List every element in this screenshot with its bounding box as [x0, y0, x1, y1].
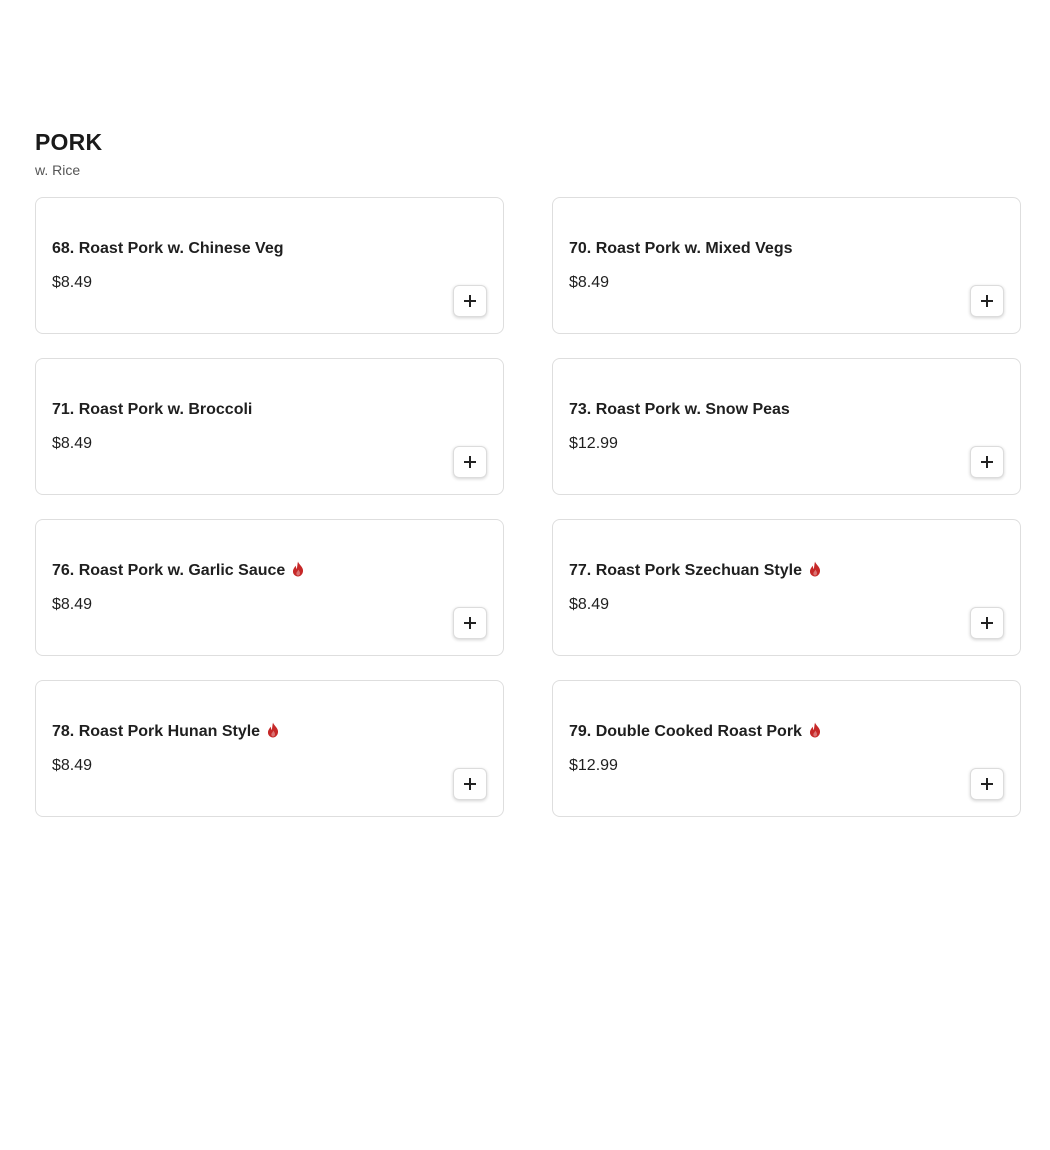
- menu-item-price: $8.49: [52, 596, 93, 613]
- plus-icon: [464, 617, 476, 629]
- menu-item-name-row: 68. Roast Pork w. Chinese Veg: [52, 238, 284, 260]
- plus-icon: [981, 295, 993, 307]
- section-title: PORK: [35, 129, 103, 155]
- menu-item-price: $12.99: [569, 435, 618, 452]
- menu-item-card[interactable]: 79. Double Cooked Roast Pork $12.99: [552, 680, 1021, 817]
- menu-item-name: 79. Double Cooked Roast Pork: [569, 723, 802, 740]
- menu-item-name-row: 70. Roast Pork w. Mixed Vegs: [569, 238, 793, 260]
- menu-item-name: 77. Roast Pork Szechuan Style: [569, 562, 802, 579]
- menu-item-name-row: 73. Roast Pork w. Snow Peas: [569, 399, 790, 421]
- plus-icon: [464, 778, 476, 790]
- plus-icon: [981, 778, 993, 790]
- menu-item-name: 76. Roast Pork w. Garlic Sauce: [52, 562, 286, 579]
- add-to-cart-button[interactable]: [453, 446, 487, 478]
- menu-item-grid: 68. Roast Pork w. Chinese Veg $8.49 70. …: [35, 197, 1021, 817]
- menu-item-name: 71. Roast Pork w. Broccoli: [52, 401, 253, 418]
- menu-item-price: $8.49: [569, 274, 610, 291]
- add-to-cart-button[interactable]: [970, 285, 1004, 317]
- menu-item-price: $12.99: [569, 757, 618, 774]
- menu-item-name: 78. Roast Pork Hunan Style: [52, 723, 261, 740]
- menu-item-name-row: 71. Roast Pork w. Broccoli: [52, 399, 252, 421]
- menu-page: PORK w. Rice 68. Roast Pork w. Chinese V…: [0, 0, 1050, 1150]
- menu-item-name-row: 78. Roast Pork Hunan Style: [52, 721, 280, 743]
- menu-item-name-row: 76. Roast Pork w. Garlic Sauce: [52, 560, 305, 582]
- add-to-cart-button[interactable]: [970, 768, 1004, 800]
- plus-icon: [981, 456, 993, 468]
- plus-icon: [981, 617, 993, 629]
- add-to-cart-button[interactable]: [970, 446, 1004, 478]
- flame-icon: [808, 561, 822, 577]
- menu-item-name: 73. Roast Pork w. Snow Peas: [569, 401, 790, 418]
- menu-item-card[interactable]: 73. Roast Pork w. Snow Peas $12.99: [552, 358, 1021, 495]
- section-subtitle: w. Rice: [35, 162, 81, 178]
- menu-item-price: $8.49: [52, 757, 93, 774]
- plus-icon: [464, 295, 476, 307]
- menu-item-price: $8.49: [569, 596, 610, 613]
- menu-section-pork: PORK w. Rice 68. Roast Pork w. Chinese V…: [35, 128, 1021, 817]
- menu-item-name-row: 79. Double Cooked Roast Pork: [569, 721, 822, 743]
- menu-item-card[interactable]: 78. Roast Pork Hunan Style $8.49: [35, 680, 504, 817]
- add-to-cart-button[interactable]: [453, 285, 487, 317]
- menu-item-card[interactable]: 71. Roast Pork w. Broccoli $8.49: [35, 358, 504, 495]
- flame-icon: [266, 722, 280, 738]
- plus-icon: [464, 456, 476, 468]
- menu-item-name: 68. Roast Pork w. Chinese Veg: [52, 240, 284, 257]
- menu-item-name-row: 77. Roast Pork Szechuan Style: [569, 560, 822, 582]
- menu-item-card[interactable]: 68. Roast Pork w. Chinese Veg $8.49: [35, 197, 504, 334]
- add-to-cart-button[interactable]: [453, 768, 487, 800]
- menu-item-card[interactable]: 76. Roast Pork w. Garlic Sauce $8.49: [35, 519, 504, 656]
- menu-item-card[interactable]: 77. Roast Pork Szechuan Style $8.49: [552, 519, 1021, 656]
- add-to-cart-button[interactable]: [970, 607, 1004, 639]
- flame-icon: [808, 722, 822, 738]
- menu-item-card[interactable]: 70. Roast Pork w. Mixed Vegs $8.49: [552, 197, 1021, 334]
- menu-item-price: $8.49: [52, 274, 93, 291]
- menu-item-price: $8.49: [52, 435, 93, 452]
- menu-item-name: 70. Roast Pork w. Mixed Vegs: [569, 240, 793, 257]
- flame-icon: [291, 561, 305, 577]
- add-to-cart-button[interactable]: [453, 607, 487, 639]
